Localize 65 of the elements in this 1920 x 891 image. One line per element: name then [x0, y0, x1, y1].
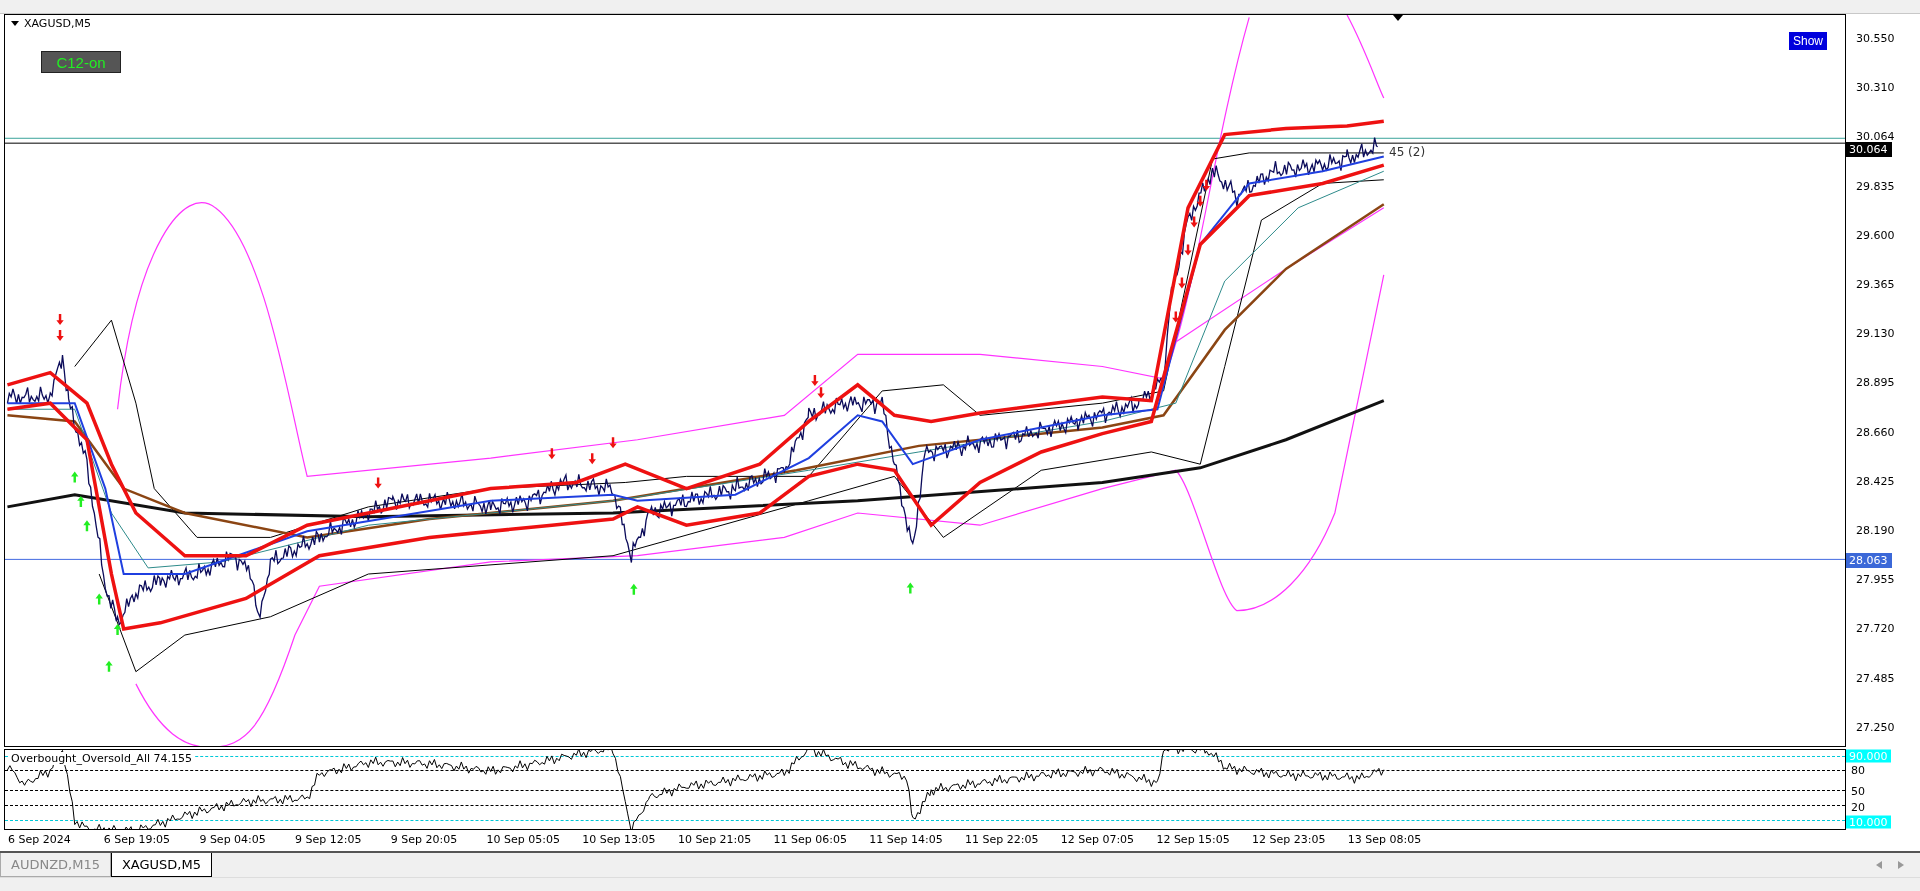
price-axis-label: 30.550 — [1855, 32, 1895, 45]
time-axis-label: 12 Sep 07:05 — [1060, 833, 1135, 847]
price-axis-label: 28.425 — [1855, 474, 1895, 488]
time-axis-label: 13 Sep 08:05 — [1347, 833, 1422, 847]
price-axis-label: 29.835 — [1855, 179, 1895, 193]
time-axis-label: 9 Sep 20:05 — [390, 833, 458, 847]
down-arrow-icon — [56, 314, 64, 326]
time-axis-label: 10 Sep 05:05 — [486, 833, 560, 847]
down-arrow-icon — [1202, 179, 1211, 191]
time-axis-label: 12 Sep 23:05 — [1252, 833, 1326, 847]
indicator-title: Overbought_Oversold_All 74.155 — [9, 752, 194, 766]
show-button[interactable]: Show — [1789, 32, 1828, 50]
time-axis-label: 11 Sep 14:05 — [869, 833, 943, 847]
price-tag: 28.063 — [1846, 553, 1892, 568]
up-arrow-icon — [77, 495, 85, 507]
up-arrow-icon — [630, 583, 638, 595]
time-axis-label: 11 Sep 22:05 — [965, 833, 1039, 847]
level-label: 90.000 — [1846, 749, 1891, 763]
collapse-triangle-icon[interactable] — [11, 21, 19, 26]
price-axis-label: 28.660 — [1855, 425, 1895, 439]
time-axis-label: 10 Sep 21:05 — [677, 833, 752, 847]
time-axis-label: 12 Sep 15:05 — [1156, 833, 1230, 847]
down-arrow-icon — [374, 477, 382, 489]
down-arrow-icon — [56, 329, 64, 341]
time-axis-label: 10 Sep 13:05 — [582, 833, 656, 847]
price-axis-label: 30.310 — [1855, 81, 1895, 95]
price-axis-label: 27.955 — [1855, 573, 1895, 587]
price-axis-label: 28.895 — [1855, 376, 1895, 390]
price-axis-label: 27.485 — [1855, 671, 1895, 685]
time-axis-label: 6 Sep 2024 — [8, 833, 71, 847]
c12-toggle-button[interactable]: C12-on — [41, 51, 121, 73]
level-label: 80 — [1850, 763, 1866, 777]
price-axis-label: 30.064 — [1855, 130, 1895, 144]
time-axis-label: 11 Sep 06:05 — [773, 833, 848, 847]
trade-label: 45 (2) — [1389, 145, 1426, 159]
level-label: 10.000 — [1846, 815, 1891, 829]
down-arrow-icon — [588, 453, 596, 465]
price-axis-label: 29.600 — [1855, 228, 1895, 242]
down-arrow-icon — [1196, 195, 1204, 207]
up-arrow-icon — [105, 660, 113, 672]
chart-symbol-title: XAGUSD,M5 — [24, 17, 91, 30]
price-axis-label: 27.720 — [1855, 622, 1895, 636]
price-axis-label: 29.130 — [1855, 327, 1895, 341]
down-arrow-icon — [1184, 244, 1192, 256]
down-arrow-icon — [609, 437, 617, 449]
down-arrow-icon — [1178, 277, 1186, 289]
price-axis-label: 28.190 — [1855, 524, 1895, 537]
price-axis-label: 29.365 — [1855, 278, 1895, 291]
level-label: 50 — [1850, 784, 1866, 797]
up-arrow-icon — [83, 520, 91, 532]
time-axis-label: 6 Sep 19:05 — [103, 833, 171, 847]
down-arrow-icon — [1190, 216, 1198, 228]
price-axis-label: 27.250 — [1855, 720, 1895, 734]
up-arrow-icon — [71, 471, 79, 483]
horizontal-level-line[interactable] — [5, 558, 1845, 560]
chart-tab[interactable]: XAGUSD,M5 — [110, 853, 212, 877]
price-tag: 30.064 — [1846, 142, 1892, 157]
time-axis-label: 9 Sep 04:05 — [199, 833, 266, 847]
up-arrow-icon — [906, 582, 914, 594]
time-axis-label: 9 Sep 12:05 — [295, 833, 362, 847]
down-arrow-icon — [1172, 311, 1180, 323]
level-label: 20 — [1850, 800, 1866, 814]
up-arrow-icon — [113, 624, 122, 636]
up-arrow-icon — [95, 593, 103, 605]
down-arrow-icon — [548, 448, 556, 460]
